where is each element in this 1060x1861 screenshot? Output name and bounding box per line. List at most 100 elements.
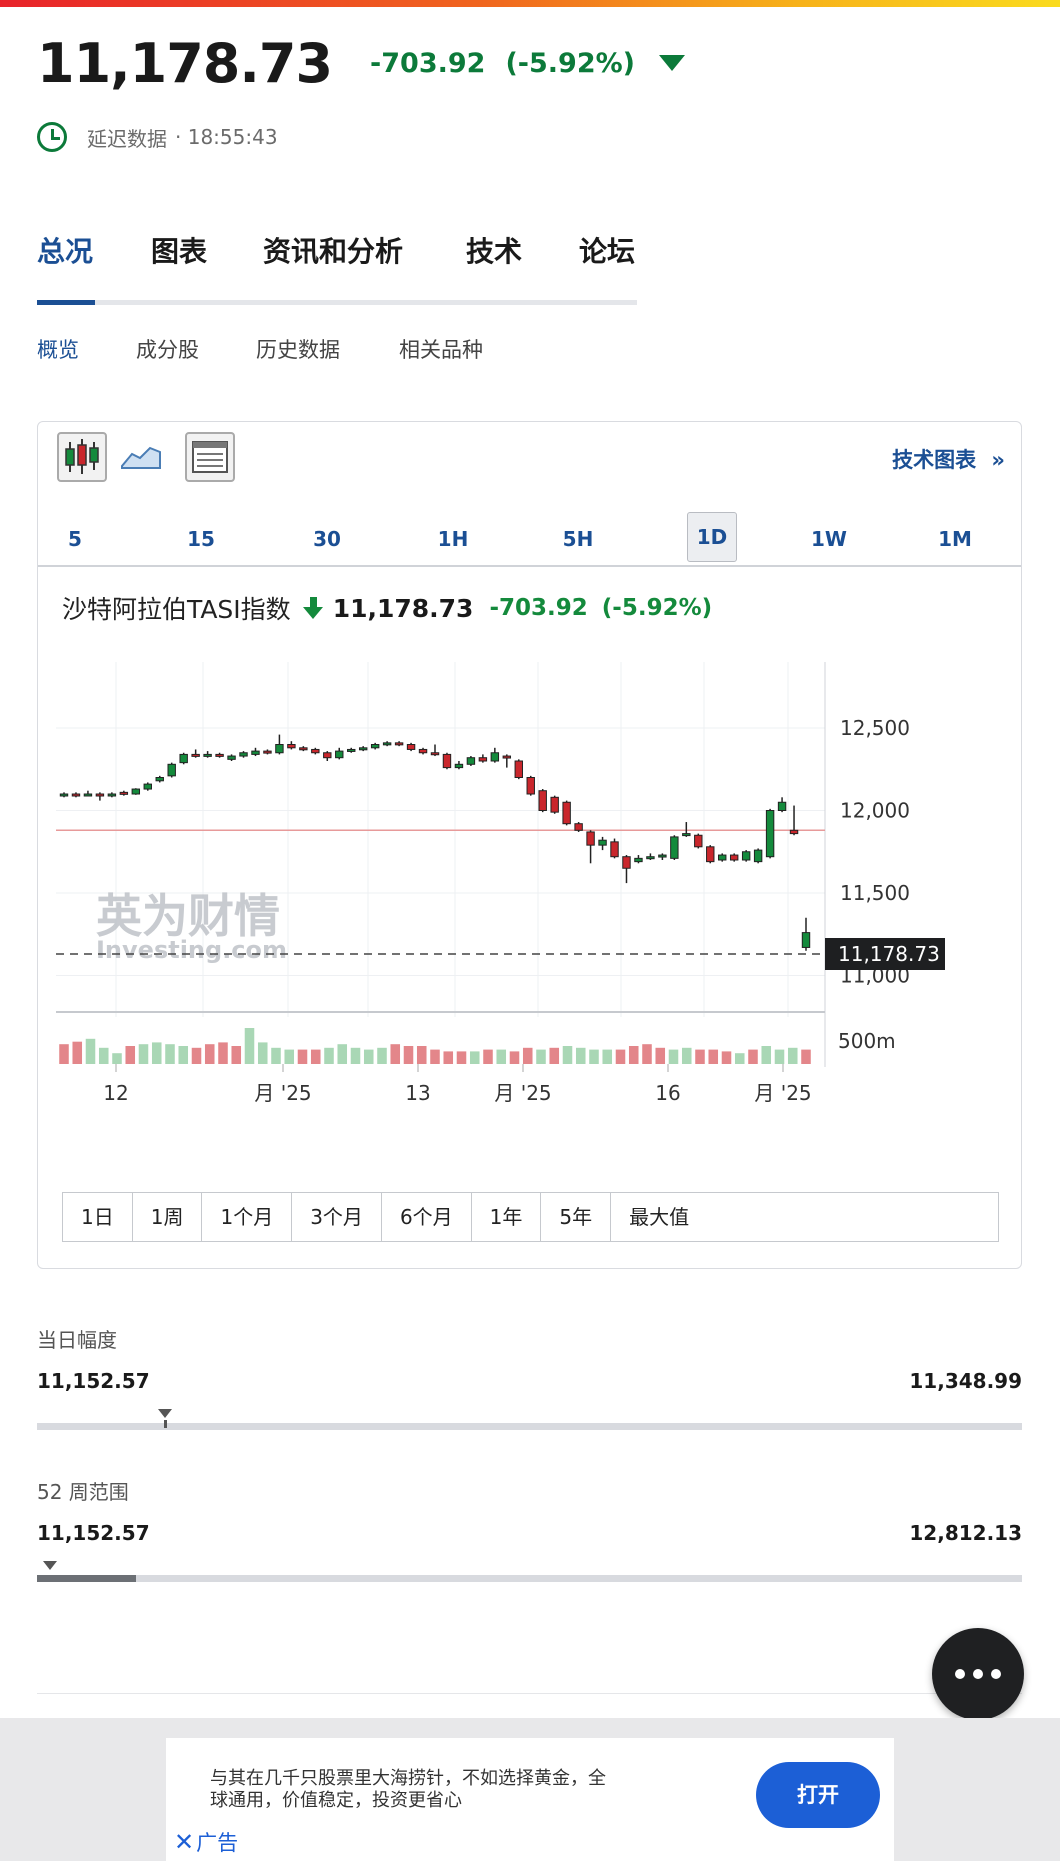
sub-tab-components[interactable]: 成分股 xyxy=(136,334,199,364)
divider xyxy=(37,1693,1022,1694)
candle-body xyxy=(323,752,332,759)
volume-bar xyxy=(191,1047,202,1064)
volume-bar xyxy=(708,1049,719,1064)
main-tabs: 总况 图表 资讯和分析 技术 论坛 xyxy=(37,220,637,305)
volume-bar xyxy=(748,1049,758,1064)
candle-body xyxy=(622,856,631,869)
candle-body xyxy=(406,744,416,750)
candle-body xyxy=(155,777,164,782)
candle-body xyxy=(83,793,93,797)
candle-body xyxy=(466,757,476,765)
candle-body xyxy=(119,791,129,795)
volume-bar xyxy=(443,1051,454,1064)
volume-bar xyxy=(787,1047,798,1064)
volume-bar xyxy=(642,1044,652,1064)
volume-bar xyxy=(628,1046,639,1064)
candle-body xyxy=(347,748,356,752)
volume-bar xyxy=(204,1044,215,1064)
delay-info: 延迟数据 · 18:55:43 xyxy=(37,121,278,153)
current-price-tag-label: 11,178.73 xyxy=(838,942,940,966)
volume-bar xyxy=(774,1049,785,1064)
price-change: -703.92 xyxy=(370,47,486,79)
candle-body xyxy=(718,854,727,861)
tab-forum[interactable]: 论坛 xyxy=(579,230,635,270)
volume-bar xyxy=(284,1049,295,1064)
candle-body xyxy=(682,833,691,837)
volume-bar xyxy=(483,1049,493,1064)
x-tick-label-1: 月 '25 xyxy=(254,1081,311,1105)
candle-body xyxy=(610,841,619,858)
candle-body xyxy=(765,810,775,858)
candle-body xyxy=(358,747,368,751)
volume-bar xyxy=(456,1051,467,1064)
volume-bar xyxy=(562,1046,573,1064)
volume-bar xyxy=(85,1038,96,1064)
volume-bar xyxy=(297,1049,308,1064)
tab-news-analysis[interactable]: 资讯和分析 xyxy=(263,230,403,270)
active-tab-indicator xyxy=(37,300,95,305)
candle-body xyxy=(694,834,703,848)
candle-body xyxy=(191,753,200,757)
candle-body xyxy=(442,753,452,769)
delay-label: 延迟数据 xyxy=(87,126,167,151)
candle-body xyxy=(454,763,464,769)
week52-range-track xyxy=(37,1575,1022,1582)
tab-overview[interactable]: 总况 xyxy=(37,230,93,270)
down-triangle-icon xyxy=(659,55,686,71)
tab-technical[interactable]: 技术 xyxy=(466,230,522,270)
volume-bar xyxy=(151,1042,162,1064)
range-5y[interactable]: 5年 xyxy=(541,1193,612,1241)
range-1m[interactable]: 1个月 xyxy=(202,1193,293,1241)
range-6m[interactable]: 6个月 xyxy=(382,1193,472,1241)
candlestick-chart[interactable]: 12,50012,00011,50011,000英为财情Investing.co… xyxy=(38,422,1021,1182)
volume-bar xyxy=(695,1049,705,1064)
day-range-marker xyxy=(158,1409,173,1418)
candle-body xyxy=(95,793,105,797)
range-1d[interactable]: 1日 xyxy=(63,1193,133,1241)
more-dots-icon-3 xyxy=(991,1669,1001,1679)
candle-body xyxy=(382,742,392,746)
range-1y[interactable]: 1年 xyxy=(472,1193,542,1241)
candle-body xyxy=(741,851,751,861)
candle-body xyxy=(215,753,224,757)
candle-body xyxy=(430,752,440,756)
candle-body xyxy=(311,748,320,754)
volume-bar xyxy=(655,1047,666,1064)
volume-bar xyxy=(668,1049,679,1064)
volume-bar xyxy=(430,1049,440,1064)
candle-body xyxy=(514,760,523,778)
range-1w[interactable]: 1周 xyxy=(133,1193,203,1241)
week52-range-high: 12,812.13 xyxy=(909,1521,1022,1545)
candle-body xyxy=(299,747,308,751)
sub-tab-related[interactable]: 相关品种 xyxy=(399,334,483,364)
investing-watermark-logo: 英为财情 xyxy=(96,889,280,943)
clock-icon xyxy=(37,122,67,152)
candle-body xyxy=(287,744,296,749)
volume-bar xyxy=(310,1049,321,1064)
x-tick-label-2: 13 xyxy=(405,1081,430,1105)
more-dots-icon-2 xyxy=(973,1669,983,1679)
volume-bar xyxy=(377,1047,387,1064)
time-range-selector: 1日 1周 1个月 3个月 6个月 1年 5年 最大值 xyxy=(62,1192,999,1242)
candle-body xyxy=(801,932,811,948)
x-tick-label-5: 月 '25 xyxy=(754,1081,811,1105)
tab-chart[interactable]: 图表 xyxy=(151,230,207,270)
volume-bar xyxy=(112,1053,122,1064)
candle-body xyxy=(335,750,344,759)
more-actions-button[interactable] xyxy=(932,1628,1024,1720)
candle-body xyxy=(706,846,715,863)
ad-banner[interactable]: 与其在几千只股票里大海捞针，不如选择黄金，全球通用，价值稳定，投资更省心 打开 … xyxy=(166,1738,894,1861)
ad-open-button[interactable]: 打开 xyxy=(756,1762,880,1828)
ad-close-button[interactable]: ✕ 广告 xyxy=(174,1827,238,1857)
candle-body xyxy=(634,857,643,863)
candle-body xyxy=(71,793,81,797)
week52-range-marker xyxy=(42,1561,57,1570)
sub-tab-historical-data[interactable]: 历史数据 xyxy=(256,334,340,364)
sub-tab-summary[interactable]: 概览 xyxy=(37,334,79,364)
volume-bar xyxy=(218,1042,228,1064)
range-max[interactable]: 最大值 xyxy=(611,1193,998,1241)
candle-body xyxy=(370,744,380,749)
volume-bar xyxy=(72,1041,83,1064)
week52-range-low: 11,152.57 xyxy=(37,1521,150,1545)
range-3m[interactable]: 3个月 xyxy=(292,1193,382,1241)
